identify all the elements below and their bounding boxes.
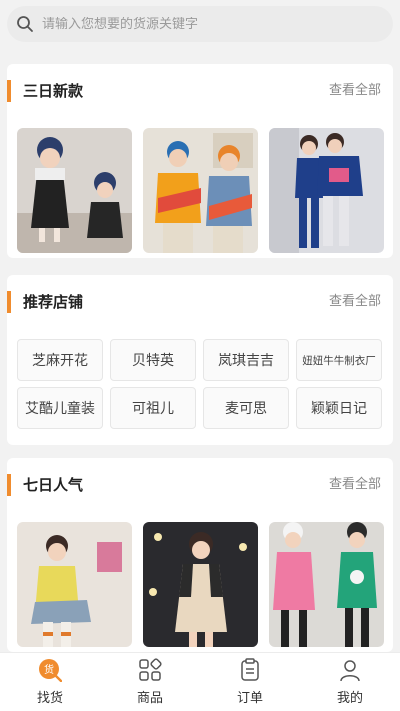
tab-products[interactable]: 商品: [100, 653, 200, 711]
find-goods-icon: 货: [39, 659, 62, 682]
product-thumbnail[interactable]: [17, 522, 132, 647]
accent-bar: [7, 474, 11, 496]
shop-item[interactable]: 颖颖日记: [296, 387, 382, 429]
shop-item[interactable]: 芝麻开花: [17, 339, 103, 381]
new-arrivals-section: 三日新款 查看全部: [7, 64, 393, 258]
bottom-tab-bar: 货 找货 商品 订单 我的: [0, 652, 400, 711]
recommended-shops-section: 推荐店铺 查看全部 芝麻开花 贝特英 岚琪吉吉 妞妞牛牛制衣厂 艾酷儿童装 可祖…: [7, 275, 393, 445]
tab-orders[interactable]: 订单: [200, 653, 300, 711]
svg-text:货: 货: [44, 663, 54, 676]
shop-item[interactable]: 麦可思: [203, 387, 289, 429]
shop-item[interactable]: 岚琪吉吉: [203, 339, 289, 381]
product-thumbnail[interactable]: [143, 522, 258, 647]
section-title: 三日新款: [23, 82, 84, 100]
search-icon: [17, 16, 33, 32]
tab-profile[interactable]: 我的: [300, 653, 400, 711]
search-box[interactable]: [7, 6, 393, 42]
section-title: 七日人气: [23, 476, 84, 494]
product-thumbnail[interactable]: [17, 128, 132, 253]
view-all-link[interactable]: 查看全部: [329, 476, 381, 494]
shop-item[interactable]: 妞妞牛牛制衣厂: [296, 339, 382, 381]
shop-item[interactable]: 艾酷儿童装: [17, 387, 103, 429]
tab-label: 订单: [236, 691, 263, 706]
product-thumbnail[interactable]: [269, 128, 384, 253]
product-thumbnail[interactable]: [269, 522, 384, 647]
shop-item[interactable]: 可祖儿: [110, 387, 196, 429]
shop-item[interactable]: 贝特英: [110, 339, 196, 381]
product-thumbnail[interactable]: [143, 128, 258, 253]
view-all-link[interactable]: 查看全部: [329, 82, 381, 100]
view-all-link[interactable]: 查看全部: [329, 293, 381, 311]
accent-bar: [7, 291, 11, 313]
shop-grid: 芝麻开花 贝特英 岚琪吉吉 妞妞牛牛制衣厂 艾酷儿童装 可祖儿 麦可思 颖颖日记: [17, 339, 382, 429]
search-input[interactable]: [42, 16, 362, 32]
user-profile-icon: [340, 660, 360, 682]
tab-label: 商品: [136, 691, 163, 706]
section-header: 推荐店铺 查看全部: [7, 275, 393, 327]
section-header: 三日新款 查看全部: [7, 64, 393, 116]
tab-find-goods[interactable]: 货 找货: [0, 653, 100, 711]
tab-label: 找货: [36, 691, 63, 706]
section-header: 七日人气 查看全部: [7, 458, 393, 510]
weekly-popular-section: 七日人气 查看全部: [7, 458, 393, 652]
section-title: 推荐店铺: [23, 293, 84, 311]
order-clipboard-icon: [241, 658, 259, 681]
accent-bar: [7, 80, 11, 102]
tab-label: 我的: [336, 691, 363, 706]
products-grid-icon: [139, 658, 162, 681]
search-bar: [0, 0, 400, 50]
